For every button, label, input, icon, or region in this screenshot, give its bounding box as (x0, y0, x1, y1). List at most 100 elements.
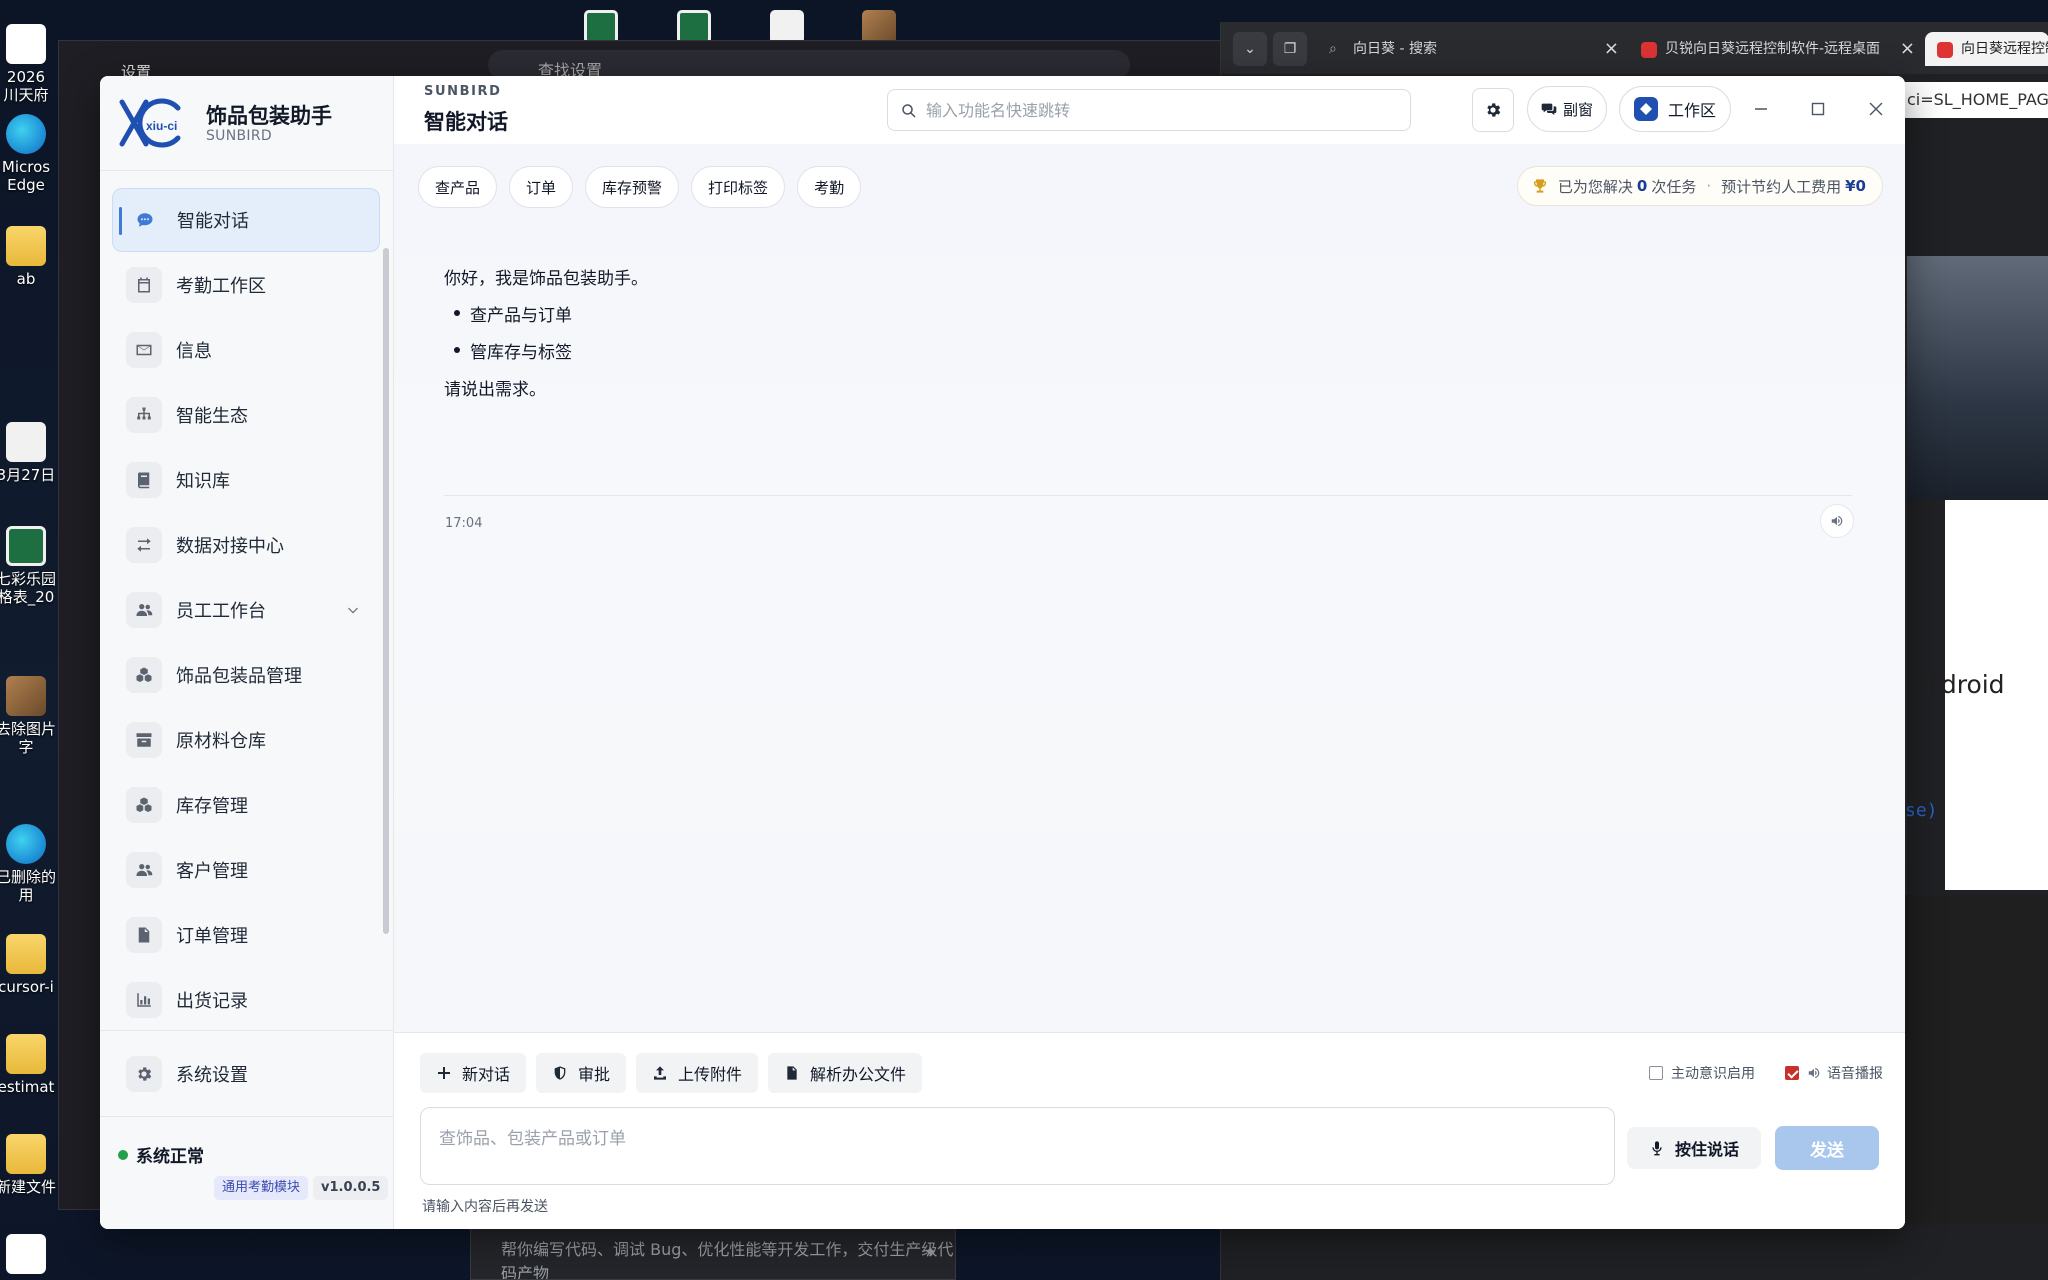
workspace-button[interactable]: 工作区 (1619, 86, 1731, 132)
browser-address-bar[interactable]: ci=SL_HOME_PAGE (1901, 82, 2048, 118)
quick-action-button[interactable]: 订单 (509, 166, 574, 208)
desktop-shortcut[interactable] (0, 1234, 72, 1278)
button-label: 上传附件 (678, 1065, 743, 1084)
approval-button[interactable]: 审批 (536, 1053, 627, 1093)
push-to-talk-button[interactable]: 按住说话 (1627, 1127, 1761, 1169)
desktop-shortcut-label: 2026 川天府 (3, 68, 49, 104)
book-icon (126, 462, 162, 498)
gear-icon (1487, 103, 1501, 117)
sidebar-item-11[interactable]: 订单管理 (112, 903, 380, 967)
push-to-talk-label: 按住说话 (1674, 1140, 1739, 1159)
maximize-icon (1811, 102, 1825, 116)
composer-toggles: 主动意识启用 语音播报 (1649, 1063, 1883, 1083)
desktop-shortcut-label: ab (16, 270, 36, 288)
close-button[interactable] (1859, 92, 1893, 126)
parse-office-file-button[interactable]: 解析办公文件 (768, 1053, 923, 1093)
message-input-box[interactable] (420, 1107, 1615, 1185)
read-aloud-button[interactable] (1820, 504, 1854, 538)
sidebar-item-8[interactable]: 原材料仓库 (112, 708, 380, 772)
plus-icon (438, 1067, 450, 1079)
desktop-shortcut-label: 已删除的 用 (0, 868, 56, 904)
sidebar-item-system-settings[interactable]: 系统设置 (112, 1042, 380, 1106)
sidebar-item-6[interactable]: 员工工作台 (112, 578, 380, 642)
proactive-checkbox[interactable] (1649, 1066, 1663, 1080)
sidebar-item-3[interactable]: 智能生态 (112, 383, 380, 447)
app-window: xiu-ci 饰品包装助手 SUNBIRD 智能对话 考勤工作区 信息 智能生态 知识库… (100, 76, 1905, 1229)
excel-icon[interactable] (677, 10, 711, 44)
send-button[interactable]: 发送 (1775, 1126, 1879, 1170)
sidebar-settings: 系统设置 (112, 1042, 380, 1107)
sidebar-item-label: 数据对接中心 (176, 536, 284, 557)
divider (444, 495, 1852, 496)
sunlogin-favicon-icon (1937, 42, 1953, 58)
browser-tab[interactable]: ⌕ 向日葵 - 搜索 × (1317, 32, 1627, 66)
chart-icon (126, 982, 162, 1018)
quick-action-button[interactable]: 考勤 (797, 166, 862, 208)
excel-icon[interactable] (584, 10, 618, 44)
sidebar-item-1[interactable]: 考勤工作区 (112, 253, 380, 317)
stats-count: 0 (1636, 177, 1648, 195)
maximize-button[interactable] (1801, 92, 1835, 126)
brand-logo-icon: xiu-ci (119, 98, 181, 148)
microphone-icon (1652, 1141, 1662, 1156)
speaker-icon (1831, 515, 1843, 527)
system-status: 系统正常 (118, 1142, 204, 1167)
browser-tab-active[interactable]: 向日葵远程控制 (1925, 32, 2048, 66)
header-subtitle: SUNBIRD (424, 84, 502, 99)
sidebar-item-5[interactable]: 数据对接中心 (112, 513, 380, 577)
cubes-icon (126, 657, 162, 693)
version-badge: v1.0.0.5 (313, 1176, 389, 1200)
browser-tab[interactable]: 贝锐向日葵远程控制软件-远程桌面 × (1629, 32, 1923, 66)
close-tab-icon[interactable]: × (1604, 32, 1619, 66)
button-label: 解析办公文件 (810, 1065, 907, 1084)
app-header: SUNBIRD 智能对话 副窗 工作区 (394, 76, 1905, 144)
settings-button[interactable] (1472, 88, 1514, 132)
new-chat-button[interactable]: 新对话 (420, 1053, 527, 1093)
workspace-icon (1634, 97, 1658, 121)
status-dot-icon (118, 1149, 128, 1160)
tab-group-button[interactable]: ❐ (1273, 32, 1307, 66)
quick-jump-search[interactable] (887, 89, 1411, 131)
composer: 新对话 审批 上传附件 解析办公文件 主动意识启用 语音播报 查饰品、包装产品或… (394, 1032, 1905, 1229)
sidebar-item-10[interactable]: 客户管理 (112, 838, 380, 902)
sunlogin-favicon-icon (1641, 42, 1657, 58)
photo-icon[interactable] (862, 10, 896, 44)
scrollbar-thumb[interactable] (383, 248, 389, 934)
minimize-button[interactable] (1744, 92, 1778, 126)
assistant-message: 你好，我是饰品包装助手。 查产品与订单 管库存与标签 请说出需求。 (444, 264, 1864, 400)
divider (100, 1030, 394, 1031)
close-tab-icon[interactable]: × (1900, 32, 1915, 66)
quick-action-button[interactable]: 查产品 (418, 166, 498, 208)
chevron-down-icon[interactable] (346, 602, 360, 616)
video-icon[interactable] (770, 10, 804, 44)
search-input[interactable] (926, 90, 1396, 130)
message-input[interactable] (421, 1108, 1614, 1184)
background-dark-panel (1905, 895, 2048, 1225)
upload-attachment-button[interactable]: 上传附件 (636, 1053, 759, 1093)
folder-icon (6, 1134, 46, 1174)
sidebar-item-7[interactable]: 饰品包装品管理 (112, 643, 380, 707)
sitemap-icon (126, 397, 162, 433)
folder-icon (6, 934, 46, 974)
sidebar-item-0[interactable]: 智能对话 (112, 188, 380, 252)
sidebar-item-2[interactable]: 信息 (112, 318, 380, 382)
side-window-button[interactable]: 副窗 (1527, 86, 1607, 132)
message-prompt: 请说出需求。 (444, 380, 546, 400)
tab-list-button[interactable]: ⌄ (1233, 32, 1267, 66)
sidebar-item-4[interactable]: 知识库 (112, 448, 380, 512)
sidebar-item-9[interactable]: 库存管理 (112, 773, 380, 837)
quick-action-button[interactable]: 库存预警 (585, 166, 680, 208)
upload-icon (654, 1066, 667, 1080)
stats-suffix: 次任务 (1651, 177, 1697, 196)
background-text: ndroid (1925, 670, 2005, 699)
quick-action-button[interactable]: 打印标签 (691, 166, 786, 208)
sidebar-item-12[interactable]: 出货记录 (112, 968, 380, 1032)
sidebar-scrollbar[interactable] (382, 172, 390, 934)
desktop-shortcut-label: estimat (0, 1078, 55, 1096)
brand-header: xiu-ci 饰品包装助手 SUNBIRD (100, 76, 394, 171)
message-greeting: 你好，我是饰品包装助手。 (444, 269, 648, 289)
chat-icon (127, 202, 163, 238)
voice-broadcast-checkbox[interactable] (1785, 1066, 1799, 1080)
archive-icon (126, 722, 162, 758)
photo-icon (6, 676, 46, 716)
